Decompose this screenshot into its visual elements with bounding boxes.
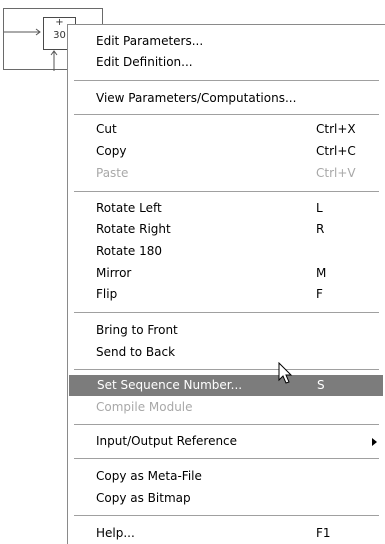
shortcut-label: S bbox=[317, 378, 325, 392]
shortcut-label: F1 bbox=[316, 526, 331, 540]
menu-item-compile-module: Compile Module bbox=[96, 400, 193, 414]
menu-separator bbox=[74, 458, 379, 459]
menu-item-help[interactable]: Help... F1 bbox=[68, 523, 377, 544]
menu-separator bbox=[74, 191, 379, 192]
menu-separator bbox=[74, 424, 379, 425]
shortcut-label: Ctrl+X bbox=[316, 122, 356, 136]
menu-separator bbox=[74, 114, 379, 115]
menu-item-set-sequence-number[interactable]: Set Sequence Number... S bbox=[69, 375, 383, 396]
mouse-pointer-icon bbox=[278, 362, 293, 384]
shortcut-label: L bbox=[316, 201, 323, 215]
menu-separator bbox=[74, 80, 379, 81]
menu-item-edit-parameters[interactable]: Edit Parameters... bbox=[68, 31, 377, 52]
shortcut-label: F bbox=[316, 287, 323, 301]
menu-item-copy-as-bitmap[interactable]: Copy as Bitmap bbox=[68, 488, 377, 509]
menu-separator bbox=[74, 515, 379, 516]
menu-item-cut[interactable]: Cut Ctrl+X bbox=[68, 119, 377, 140]
shortcut-label: M bbox=[316, 266, 327, 280]
shortcut-label: R bbox=[316, 222, 325, 236]
menu-item-rotate-180[interactable]: Rotate 180 bbox=[68, 241, 377, 262]
menu-item-send-to-back[interactable]: Send to Back bbox=[68, 342, 377, 363]
menu-item-mirror[interactable]: Mirror M bbox=[68, 263, 377, 284]
menu-item-flip[interactable]: Flip F bbox=[68, 284, 377, 305]
menu-item-rotate-right[interactable]: Rotate Right R bbox=[68, 219, 377, 240]
shortcut-label: Ctrl+V bbox=[316, 166, 356, 180]
menu-item-copy[interactable]: Copy Ctrl+C bbox=[68, 141, 377, 162]
menu-item-edit-definition[interactable]: Edit Definition... bbox=[68, 52, 377, 73]
menu-item-paste: Paste Ctrl+V bbox=[96, 166, 356, 180]
menu-separator bbox=[74, 312, 379, 313]
menu-item-copy-as-meta-file[interactable]: Copy as Meta-File bbox=[68, 466, 377, 487]
menu-item-rotate-left[interactable]: Rotate Left L bbox=[68, 198, 377, 219]
chevron-right-icon bbox=[372, 438, 377, 446]
shortcut-label: Ctrl+C bbox=[316, 144, 356, 158]
menu-separator bbox=[74, 369, 379, 370]
menu-item-input-output-reference[interactable]: Input/Output Reference bbox=[68, 431, 377, 452]
menu-item-bring-to-front[interactable]: Bring to Front bbox=[68, 320, 377, 341]
menu-item-view-parameters[interactable]: View Parameters/Computations... bbox=[68, 88, 377, 109]
context-menu: Edit Parameters... Edit Definition... Vi… bbox=[67, 24, 385, 544]
